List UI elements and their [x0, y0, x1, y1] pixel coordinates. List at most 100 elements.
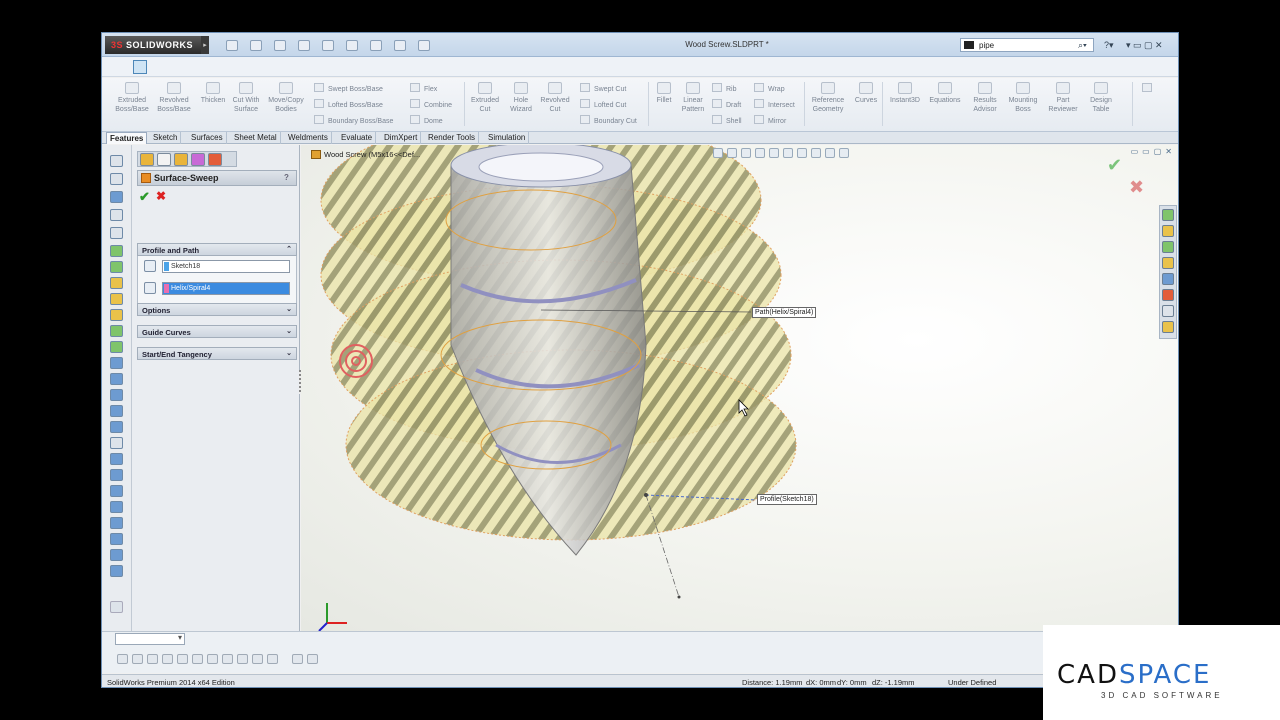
view-icon-6[interactable] — [192, 654, 203, 664]
filter-faces-icon[interactable] — [110, 191, 123, 203]
view-icon-3[interactable] — [147, 654, 158, 664]
menu-expand-icon[interactable]: ▸ — [201, 36, 209, 54]
combine-button[interactable]: Combine — [410, 99, 452, 109]
new-document-icon[interactable] — [226, 40, 238, 51]
filter-balloon-icon[interactable] — [110, 517, 123, 529]
filter-routing-icon[interactable] — [110, 485, 123, 497]
expand-icon[interactable]: ⌄ — [286, 327, 292, 335]
swept-cut-button[interactable]: Swept Cut — [580, 83, 626, 93]
tab-render-tools[interactable]: Render Tools — [425, 132, 479, 144]
filter-components-icon[interactable] — [110, 565, 123, 577]
window-controls[interactable]: ▾ ▭ ▢ ✕ — [1126, 40, 1163, 51]
path-callout[interactable]: Path(Helix/Spiral4) — [752, 307, 817, 318]
design-library-icon[interactable] — [1162, 225, 1174, 237]
dome-button[interactable]: Dome — [410, 115, 443, 125]
apply-scene-icon[interactable] — [825, 148, 835, 158]
flex-button[interactable]: Flex — [410, 83, 437, 93]
zoom-area-icon[interactable] — [727, 148, 737, 158]
view-icon-2[interactable] — [132, 654, 143, 664]
tab-features[interactable]: Features — [106, 132, 148, 144]
cancel-button[interactable]: ✖ — [156, 189, 166, 203]
part-reviewer-button[interactable]: Part Reviewer — [1044, 82, 1082, 114]
view-icon-5[interactable] — [177, 654, 188, 664]
tab-evaluate[interactable]: Evaluate — [338, 132, 377, 144]
display-manager-tab-icon[interactable] — [208, 153, 222, 166]
section-view-icon[interactable] — [755, 148, 765, 158]
profile-field[interactable]: Sketch18 — [162, 260, 290, 273]
expand-icon[interactable]: ⌄ — [286, 349, 292, 357]
tab-simulation[interactable]: Simulation — [485, 132, 530, 144]
sketch-tool-icon-1[interactable] — [237, 654, 248, 664]
rebuild-icon[interactable] — [370, 40, 382, 51]
filter-cosmetic-thread-icon[interactable] — [110, 453, 123, 465]
options-icon[interactable] — [418, 40, 430, 51]
hole-wizard-button[interactable]: Hole Wizard — [506, 82, 536, 114]
configuration-manager-tab-icon[interactable] — [174, 153, 188, 166]
file-properties-icon[interactable] — [394, 40, 406, 51]
appearances-icon[interactable] — [1162, 273, 1174, 285]
filter-sketch-icon[interactable] — [110, 277, 123, 289]
tangency-group[interactable]: Start/End Tangency ⌄ — [137, 347, 297, 360]
zoom-to-fit-icon[interactable] — [713, 148, 723, 158]
view-orientation-icon[interactable] — [769, 148, 779, 158]
design-table-button[interactable]: Design Table — [1084, 82, 1118, 114]
feature-manager-tab-icon[interactable] — [140, 153, 154, 166]
cut-with-surface-button[interactable]: Cut With Surface — [230, 82, 262, 114]
extruded-cut-button[interactable]: Extruded Cut — [468, 82, 502, 114]
feature-manager-icon[interactable] — [133, 60, 147, 74]
filter-datum-icon[interactable] — [110, 437, 123, 449]
filter-notes-icon[interactable] — [110, 373, 123, 385]
collapse-icon[interactable]: ⌃ — [286, 245, 292, 253]
revolved-cut-button[interactable]: Revolved Cut — [538, 82, 572, 114]
confirm-ok-icon[interactable]: ✔ — [1107, 155, 1122, 176]
help-icon[interactable]: ?▾ — [1104, 40, 1114, 51]
print-icon[interactable] — [298, 40, 310, 51]
hide-show-icon[interactable] — [797, 148, 807, 158]
sketch-tool-icon-5[interactable] — [307, 654, 318, 664]
ok-button[interactable]: ✔ — [139, 189, 150, 205]
filter-icon[interactable] — [110, 173, 123, 185]
filter-sketch-segments-icon[interactable] — [110, 293, 123, 305]
fillet-button[interactable]: Fillet — [652, 82, 676, 105]
instant3d-button[interactable]: Instant3D — [886, 82, 924, 105]
configuration-select[interactable] — [115, 633, 185, 645]
filter-hole-icon[interactable] — [110, 533, 123, 545]
graphics-area[interactable]: Wood Screw (M5x16<<Def... ▭▭▢✕ ✔ ✖ Path(… — [301, 145, 1178, 631]
reference-geometry-button[interactable]: Reference Geometry — [808, 82, 848, 114]
rib-button[interactable]: Rib — [712, 83, 737, 93]
filter-planes-icon[interactable] — [110, 245, 123, 257]
mirror-button[interactable]: Mirror — [754, 115, 786, 125]
curves-button[interactable]: Curves — [852, 82, 880, 105]
flyout-feature-tree[interactable]: Wood Screw (M5x16<<Def... — [311, 150, 420, 159]
select-icon[interactable] — [346, 40, 358, 51]
sketch-tool-icon-2[interactable] — [252, 654, 263, 664]
boundary-boss-button[interactable]: Boundary Boss/Base — [314, 115, 393, 125]
ribbon-search-icon[interactable] — [1142, 83, 1156, 93]
boundary-cut-button[interactable]: Boundary Cut — [580, 115, 637, 125]
filter-surfaces-icon[interactable] — [110, 325, 123, 337]
filter-surface-finish-icon[interactable] — [110, 405, 123, 417]
filter-gtol-icon[interactable] — [110, 389, 123, 401]
path-field[interactable]: Helix/Spiral4 — [162, 282, 290, 295]
filter-centermark-icon[interactable] — [110, 501, 123, 513]
profile-and-path-group[interactable]: Profile and Path ⌃ — [137, 243, 297, 256]
solidworks-logo[interactable]: 3S SOLIDWORKS — [105, 36, 201, 54]
filter-axes-icon[interactable] — [110, 261, 123, 273]
intersect-button[interactable]: Intersect — [754, 99, 795, 109]
linear-pattern-button[interactable]: Linear Pattern — [678, 82, 708, 114]
mounting-boss-button[interactable]: Mounting Boss — [1004, 82, 1042, 114]
display-style-icon[interactable] — [783, 148, 793, 158]
tab-dimxpert[interactable]: DimXpert — [381, 132, 422, 144]
filter-mates-icon[interactable] — [110, 549, 123, 561]
property-manager-tab-icon[interactable] — [157, 153, 171, 166]
sketch-tool-icon-3[interactable] — [267, 654, 278, 664]
more-filters-icon[interactable] — [110, 601, 123, 613]
view-settings-icon[interactable] — [839, 148, 849, 158]
thicken-button[interactable]: Thicken — [198, 82, 228, 105]
tab-weldments[interactable]: Weldments — [285, 132, 332, 144]
filter-sketch-points-icon[interactable] — [110, 309, 123, 321]
view-icon-1[interactable] — [117, 654, 128, 664]
lofted-boss-button[interactable]: Lofted Boss/Base — [314, 99, 383, 109]
search-icon[interactable]: ⌕▾ — [1078, 40, 1087, 51]
view-icon-8[interactable] — [222, 654, 233, 664]
